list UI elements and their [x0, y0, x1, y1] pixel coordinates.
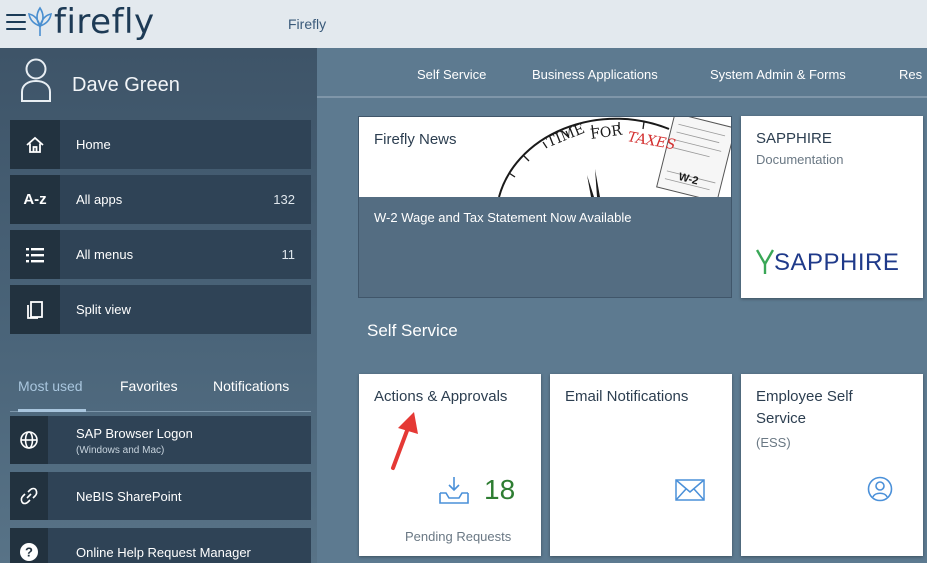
list-item-online-help-request-manager[interactable]: ? Online Help Request Manager — [10, 528, 311, 563]
sidebar-item-all-menus[interactable]: All menus 11 — [10, 230, 311, 279]
person-circle-icon — [867, 476, 893, 502]
sidebar-item-home[interactable]: Home — [10, 120, 311, 169]
list-item-title: Online Help Request Manager — [76, 545, 251, 560]
user-name: Dave Green — [72, 74, 180, 96]
svg-text:?: ? — [25, 545, 33, 560]
list-item-title: SAP Browser Logon — [76, 426, 193, 441]
sidebar: Dave Green Home A-z All apps 132 All men… — [0, 48, 317, 563]
active-tab-indicator — [18, 409, 86, 412]
sapphire-logo-text: SAPPHIRE — [774, 249, 900, 276]
nav-research[interactable]: Res — [899, 67, 922, 82]
user-profile[interactable]: Dave Green — [0, 48, 317, 110]
brand-name[interactable]: firefly — [54, 3, 155, 41]
tab-favorites[interactable]: Favorites — [120, 378, 178, 394]
employee-self-service-tile[interactable]: Employee Self Service (ESS) — [741, 374, 923, 556]
top-navigation: Self Service Business Applications Syste… — [317, 48, 927, 98]
sidebar-item-label: Home — [76, 137, 111, 152]
help-icon: ? — [10, 528, 48, 563]
nav-self-service[interactable]: Self Service — [417, 67, 486, 82]
sidebar-item-split-view[interactable]: Split view — [10, 285, 311, 334]
sidebar-item-label: All apps — [76, 192, 123, 207]
sapphire-logo-icon — [756, 249, 774, 274]
top-bar: firefly Firefly — [0, 0, 927, 48]
tile-subtitle: Documentation — [756, 152, 844, 167]
tile-title-line-1: Employee Self — [756, 388, 853, 405]
hamburger-menu-icon[interactable] — [6, 14, 26, 32]
sapphire-documentation-tile[interactable]: SAPPHIRE Documentation SAPPHIRE — [741, 116, 923, 298]
annotation-arrow-icon — [391, 412, 418, 470]
sidebar-item-count: 132 — [273, 192, 295, 207]
split-view-icon — [10, 285, 60, 334]
nav-business-applications[interactable]: Business Applications — [532, 67, 658, 82]
sidebar-item-label: All menus — [76, 247, 134, 262]
tile-title: Actions & Approvals — [374, 388, 508, 405]
user-avatar-icon — [21, 58, 51, 102]
tile-title: Email Notifications — [565, 388, 689, 405]
time-for-taxes-clock-image: TIME FOR TAXES W-2 — [498, 117, 731, 197]
firefly-news-tile[interactable]: Firefly News TIME FOR TAXES W-2 W-2 Wage… — [358, 116, 732, 298]
globe-icon — [10, 416, 48, 464]
email-notifications-tile[interactable]: Email Notifications — [550, 374, 732, 556]
envelope-icon — [675, 479, 705, 501]
sidebar-item-label: Split view — [76, 302, 131, 317]
tile-title: SAPPHIRE — [756, 130, 832, 147]
section-heading-self-service: Self Service — [367, 321, 458, 340]
app-title: Firefly — [288, 16, 327, 32]
tab-most-used[interactable]: Most used — [18, 378, 83, 394]
news-headline: W-2 Wage and Tax Statement Now Available — [374, 210, 632, 225]
a-z-icon: A-z — [10, 175, 60, 224]
list-item-subtitle: (Windows and Mac) — [76, 445, 165, 456]
firefly-logo-icon — [28, 6, 52, 36]
list-item-nebis-sharepoint[interactable]: NeBIS SharePoint — [10, 472, 311, 520]
clock-text-taxes: TAXES — [626, 129, 677, 153]
tile-title-line-2: Service — [756, 410, 807, 427]
tile-subtitle: (ESS) — [756, 435, 791, 450]
list-icon — [10, 230, 60, 279]
home-icon — [10, 120, 60, 169]
actions-approvals-tile[interactable]: Actions & Approvals Pending Requests — [359, 374, 541, 556]
sidebar-item-all-apps[interactable]: A-z All apps 132 — [10, 175, 311, 224]
nav-system-admin-forms[interactable]: System Admin & Forms — [710, 67, 846, 82]
tile-footer: Pending Requests — [405, 529, 512, 544]
clock-text-time: TIME — [545, 121, 588, 151]
news-header: Firefly News TIME FOR TAXES W-2 — [359, 117, 731, 197]
news-tile-title: Firefly News — [374, 131, 457, 148]
link-icon — [10, 472, 48, 520]
sidebar-tabs: Most used Favorites Notifications — [0, 378, 317, 412]
list-item-title: NeBIS SharePoint — [76, 489, 182, 504]
nav-divider — [317, 96, 927, 98]
clock-text-for: FOR — [589, 123, 623, 143]
download-tray-icon — [439, 477, 469, 504]
tab-notifications[interactable]: Notifications — [213, 378, 289, 394]
pending-requests-count: 18 — [484, 474, 516, 505]
sidebar-item-count: 11 — [281, 247, 296, 262]
list-item-sap-browser-logon[interactable]: SAP Browser Logon (Windows and Mac) — [10, 416, 311, 464]
